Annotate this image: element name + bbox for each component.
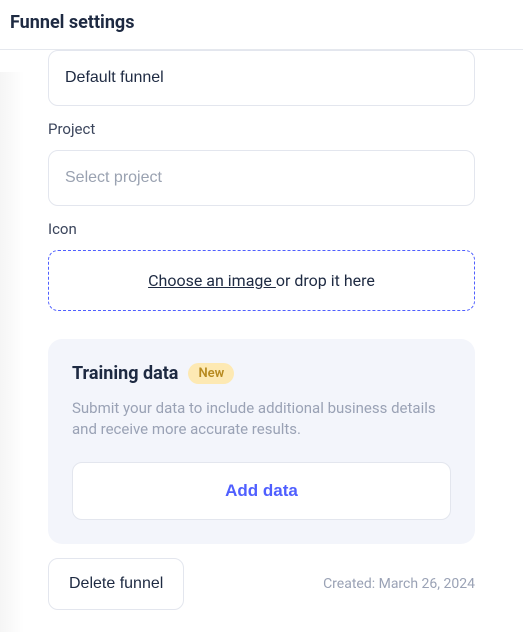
training-data-title: Training data xyxy=(72,363,178,384)
project-select[interactable] xyxy=(48,150,475,206)
training-data-description: Submit your data to include additional b… xyxy=(72,398,451,440)
new-badge: New xyxy=(188,363,234,384)
project-label: Project xyxy=(48,120,475,138)
training-data-card: Training data New Submit your data to in… xyxy=(48,339,475,544)
page-header: Funnel settings xyxy=(0,0,523,50)
settings-form: Project Icon Choose an image or drop it … xyxy=(26,50,497,632)
created-date-text: Created: March 26, 2024 xyxy=(323,576,475,592)
dropzone-suffix-text: or drop it here xyxy=(276,271,375,290)
page-title: Funnel settings xyxy=(10,12,513,33)
icon-label: Icon xyxy=(48,220,475,238)
add-data-button[interactable]: Add data xyxy=(72,462,451,520)
delete-funnel-button[interactable]: Delete funnel xyxy=(48,558,184,610)
funnel-name-input[interactable] xyxy=(48,50,475,106)
choose-image-link[interactable]: Choose an image xyxy=(148,271,276,290)
icon-dropzone[interactable]: Choose an image or drop it here xyxy=(48,250,475,311)
